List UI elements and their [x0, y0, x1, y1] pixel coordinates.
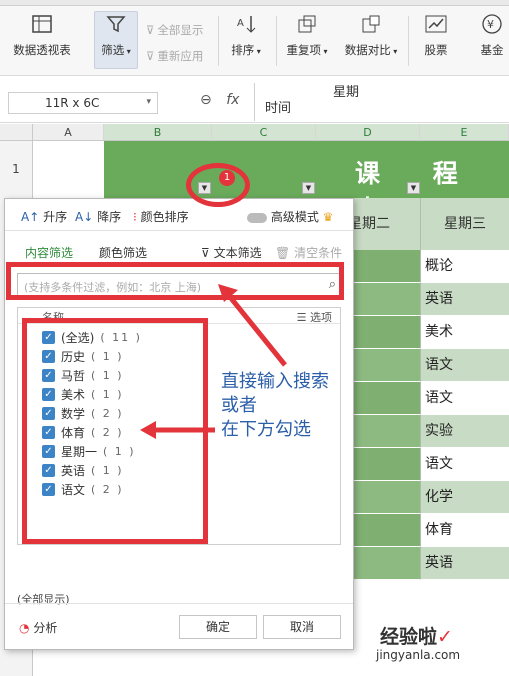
annotation-line-1: 直接输入搜索 [221, 371, 329, 392]
annotation-text: 直接输入搜索 或者 在下方勾选 [221, 370, 329, 442]
annotation-line-2: 或者 [221, 395, 257, 416]
watermark-url: jingyanla.com [376, 648, 461, 662]
watermark-logo: 经验啦✓ [380, 626, 453, 648]
annotation-arrows [140, 284, 287, 439]
watermark-text: 经验啦 [380, 626, 438, 648]
annotation-line-3: 在下方勾选 [221, 419, 311, 440]
spreadsheet-window: 数据透视表 筛选 ▾ ⊽ 全部显示 ⊽ 重新应用 A 排序 ▾ 重复项 ▾ 数据… [0, 0, 509, 676]
